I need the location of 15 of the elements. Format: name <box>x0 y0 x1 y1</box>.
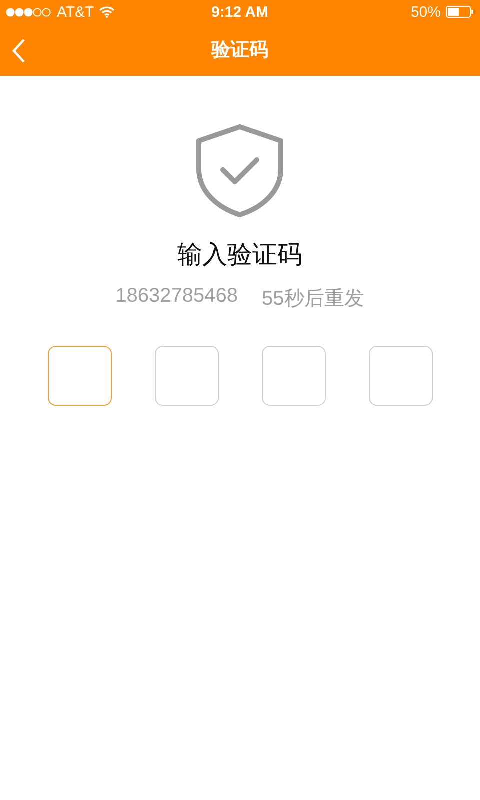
wifi-icon <box>99 6 116 18</box>
page-title: 验证码 <box>212 39 268 63</box>
shield-check-icon <box>196 124 284 218</box>
carrier-name: AT&T <box>57 4 94 20</box>
code-input-field[interactable] <box>48 346 112 406</box>
code-input-field[interactable] <box>262 346 326 406</box>
signal-icon <box>6 8 52 16</box>
status-time: 9:12 AM <box>212 4 268 20</box>
code-input-field[interactable] <box>154 346 218 406</box>
resend-countdown: 55秒后重发 <box>262 287 364 312</box>
battery-icon <box>446 6 474 18</box>
code-input-field[interactable] <box>368 346 432 406</box>
heading: 输入验证码 <box>178 240 302 271</box>
phone-number: 18632785468 <box>116 285 238 309</box>
battery-percent: 50% <box>410 4 441 20</box>
